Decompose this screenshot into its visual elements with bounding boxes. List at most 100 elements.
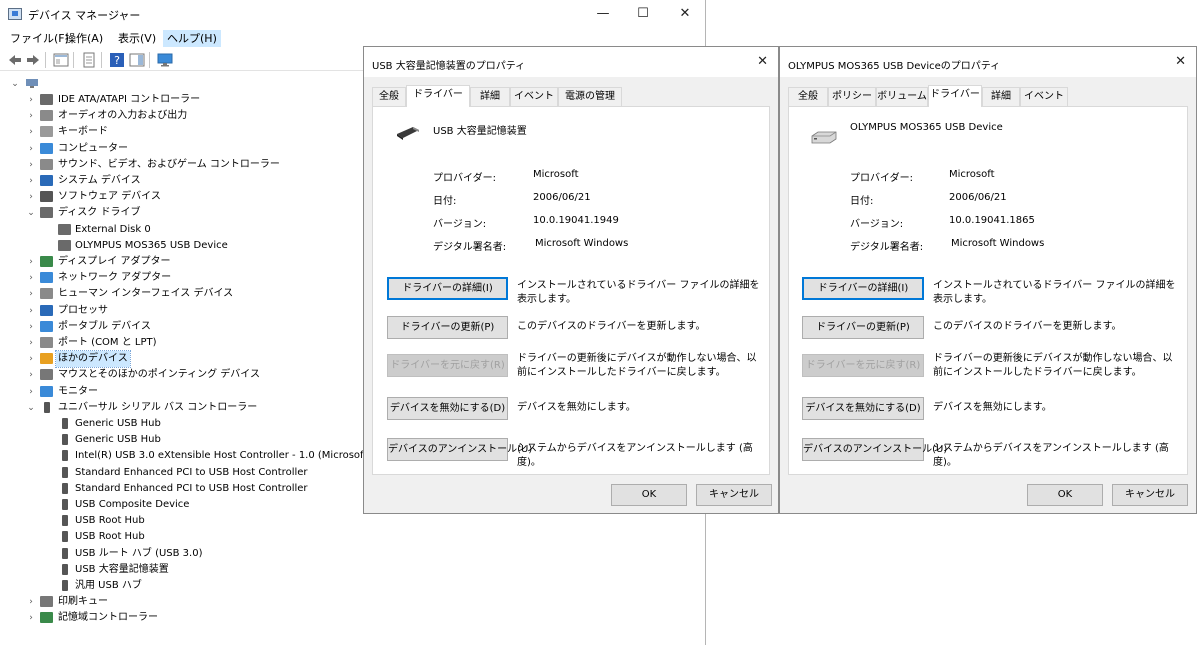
tab-details[interactable]: 詳細 (470, 87, 510, 106)
tree-item-label: サウンド、ビデオ、およびゲーム コントローラー (58, 158, 280, 170)
properties-icon[interactable] (81, 52, 97, 68)
chevron-right-icon[interactable]: › (26, 254, 36, 270)
chevron-right-icon[interactable]: › (26, 108, 36, 124)
date-value: 2006/06/21 (949, 192, 1007, 203)
display-adapter-icon (40, 256, 53, 267)
unknown-device-icon (40, 353, 53, 365)
tree-item-label: コンピューター (58, 142, 128, 154)
date-label: 日付: (850, 196, 874, 207)
help-icon[interactable]: ? (109, 52, 125, 68)
chevron-right-icon[interactable]: › (26, 384, 36, 400)
show-hide-console-icon[interactable] (53, 52, 69, 68)
tree-item-label: USB Root Hub (75, 515, 145, 527)
tree-item-label: オーディオの入力および出力 (58, 110, 188, 122)
chevron-right-icon[interactable]: › (26, 351, 36, 367)
tree-item-label: IDE ATA/ATAPI コントローラー (58, 94, 201, 105)
tree-item-label: USB Composite Device (75, 499, 190, 510)
usb-icon (62, 515, 68, 527)
driver-details-button[interactable]: ドライバーの詳細(I) (802, 277, 924, 300)
maximize-button[interactable]: ☐ (620, 0, 666, 28)
tab-volumes[interactable]: ボリューム (876, 87, 928, 106)
roll-back-driver-description: ドライバーの更新後にデバイスが動作しない場合、以前にインストールしたドライバーに… (933, 353, 1173, 378)
tab-driver[interactable]: ドライバー (928, 85, 982, 107)
roll-back-driver-button[interactable]: ドライバーを元に戻す(R) (802, 354, 924, 377)
close-icon[interactable]: ✕ (757, 54, 768, 69)
tree-item-label: OLYMPUS MOS365 USB Device (75, 239, 228, 251)
tab-events[interactable]: イベント (1020, 87, 1068, 106)
chevron-right-icon[interactable]: › (26, 157, 36, 173)
provider-label: プロバイダー: (850, 173, 913, 184)
action-pane-icon[interactable] (129, 52, 145, 68)
disable-device-description: デバイスを無効にします。 (933, 402, 1052, 413)
chevron-right-icon[interactable]: › (26, 610, 36, 626)
uninstall-device-button[interactable]: デバイスのアンインストール(U) (802, 438, 947, 461)
uninstall-device-description: システムからデバイスをアンインストールします (高度)。 (933, 443, 1169, 468)
disable-device-button[interactable]: デバイスを無効にする(D) (802, 397, 924, 420)
version-value: 10.0.19041.1865 (949, 215, 1035, 226)
chevron-right-icon[interactable]: › (26, 286, 36, 302)
menu-help[interactable]: ヘルプ(H) (163, 30, 221, 47)
menu-view[interactable]: 表示(V) (114, 30, 160, 47)
ok-button[interactable]: OK (1027, 484, 1103, 506)
chevron-down-icon[interactable]: ⌄ (10, 76, 20, 92)
back-arrow-icon[interactable] (7, 52, 23, 68)
tab-driver[interactable]: ドライバー (406, 85, 470, 107)
chevron-right-icon[interactable]: › (26, 303, 36, 319)
chevron-right-icon[interactable]: › (26, 335, 36, 351)
update-driver-description: このデバイスのドライバーを更新します。 (517, 321, 706, 332)
tree-item-label: USB 大容量記憶装置 (75, 563, 169, 575)
cancel-button[interactable]: キャンセル (1112, 484, 1188, 506)
dialog-title: OLYMPUS MOS365 USB Deviceのプロパティ (788, 61, 1001, 72)
window-title: デバイス マネージャー (28, 9, 141, 22)
toolbar-separator (73, 52, 74, 68)
cancel-button[interactable]: キャンセル (696, 484, 772, 506)
version-label: バージョン: (850, 219, 904, 230)
chevron-right-icon[interactable]: › (26, 92, 36, 108)
disk-drive-icon (811, 131, 837, 144)
port-icon (40, 337, 53, 348)
chevron-right-icon[interactable]: › (26, 594, 36, 610)
update-driver-button[interactable]: ドライバーの更新(P) (387, 316, 508, 339)
usb-drive-icon (397, 127, 419, 140)
driver-tab-panel: USB 大容量記憶装置 プロバイダー: Microsoft 日付: 2006/0… (372, 106, 770, 475)
tree-item-label: ほかのデバイス (55, 350, 131, 369)
chevron-down-icon[interactable]: ⌄ (26, 400, 36, 416)
signer-label: デジタル署名者: (850, 242, 924, 253)
chevron-right-icon[interactable]: › (26, 367, 36, 383)
close-icon[interactable]: ✕ (1175, 54, 1186, 69)
tab-power-management[interactable]: 電源の管理 (558, 87, 622, 106)
close-button[interactable]: ✕ (662, 0, 708, 28)
monitor-icon (40, 385, 53, 397)
ok-button[interactable]: OK (611, 484, 687, 506)
tree-item-label: 記憶域コントローラー (58, 612, 158, 624)
title-bar: デバイス マネージャー — ☐ ✕ (0, 0, 706, 28)
tab-events[interactable]: イベント (510, 87, 558, 106)
chevron-right-icon[interactable]: › (26, 173, 36, 189)
ide-controller-icon (40, 94, 53, 105)
disable-device-button[interactable]: デバイスを無効にする(D) (387, 397, 508, 420)
tab-general[interactable]: 全般 (788, 87, 828, 106)
forward-arrow-icon[interactable] (25, 52, 41, 68)
tree-item-label: プロセッサ (58, 304, 108, 316)
usb-mass-storage-properties-dialog: USB 大容量記憶装置のプロパティ ✕ 全般 ドライバー 詳細 イベント 電源の… (363, 46, 779, 514)
usb-icon (62, 418, 68, 429)
tab-general[interactable]: 全般 (372, 87, 406, 106)
uninstall-device-button[interactable]: デバイスのアンインストール(U) (387, 438, 532, 461)
chevron-right-icon[interactable]: › (26, 141, 36, 157)
tree-item-label: 汎用 USB ハブ (75, 580, 142, 591)
tab-policies[interactable]: ポリシー (828, 87, 876, 106)
update-driver-button[interactable]: ドライバーの更新(P) (802, 316, 924, 339)
roll-back-driver-button[interactable]: ドライバーを元に戻す(R) (387, 354, 508, 377)
menu-action[interactable]: 操作(A) (61, 30, 107, 47)
chevron-down-icon[interactable]: ⌄ (26, 205, 36, 221)
scan-hardware-icon[interactable] (157, 52, 173, 68)
chevron-right-icon[interactable]: › (26, 270, 36, 286)
tab-details[interactable]: 詳細 (982, 87, 1020, 106)
usb-icon (62, 531, 68, 543)
system-devices-icon (40, 175, 53, 186)
chevron-right-icon[interactable]: › (26, 189, 36, 205)
chevron-right-icon[interactable]: › (26, 319, 36, 335)
chevron-right-icon[interactable]: › (26, 124, 36, 140)
driver-details-button[interactable]: ドライバーの詳細(I) (387, 277, 508, 300)
tree-item-label: キーボード (58, 126, 108, 138)
